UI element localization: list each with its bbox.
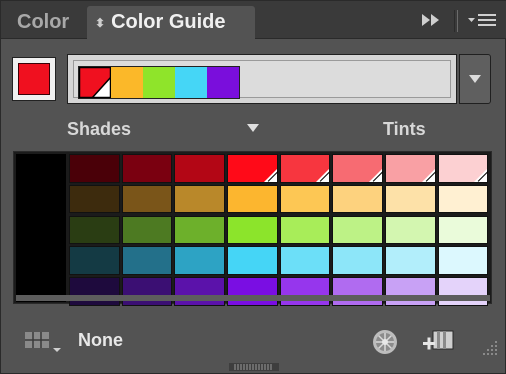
variation-swatch[interactable] [279, 277, 331, 306]
harmony-group-well [73, 60, 451, 99]
harmony-rules-dropdown[interactable] [459, 54, 491, 104]
variation-swatch[interactable] [227, 154, 278, 183]
variation-swatch[interactable] [279, 154, 331, 183]
variation-left-label: Shades [67, 119, 132, 139]
harmony-group-bar[interactable] [67, 54, 457, 104]
variation-swatch[interactable] [227, 246, 278, 275]
tab-reorder-icon: ⬍ [95, 15, 106, 30]
variation-swatch[interactable] [174, 184, 225, 214]
variation-swatch[interactable] [437, 246, 489, 275]
variation-swatch[interactable] [332, 277, 383, 306]
panel-footer: None [1, 319, 506, 363]
base-color-swatch[interactable] [12, 57, 56, 101]
out-of-gamut-corner-icon [421, 168, 435, 182]
variation-swatch[interactable] [385, 246, 436, 275]
variation-swatch[interactable] [121, 215, 173, 245]
variation-swatch[interactable] [69, 215, 120, 245]
save-swatch-group-icon[interactable] [421, 328, 455, 354]
tab-color[interactable]: Color [3, 6, 85, 39]
out-of-gamut-corner-icon [474, 168, 488, 182]
variation-swatch[interactable] [332, 184, 383, 214]
grid-bottom-strip [16, 295, 490, 301]
chevron-down-icon [469, 75, 481, 83]
variation-cells [69, 154, 490, 306]
variation-right-label: Tints [383, 119, 426, 139]
variation-swatch[interactable] [69, 246, 120, 275]
harmony-swatch[interactable] [111, 67, 143, 98]
tab-color-label: Color [17, 11, 70, 33]
swatch-group-label: None [78, 330, 123, 350]
color-wheel-icon[interactable] [371, 328, 399, 356]
variation-swatch[interactable] [385, 215, 436, 245]
variation-swatch[interactable] [174, 154, 225, 183]
fast-forward-icon[interactable] [419, 11, 443, 29]
variation-swatch[interactable] [121, 154, 173, 183]
base-color-marker-icon [78, 66, 112, 99]
harmony-swatch[interactable] [175, 67, 207, 98]
variation-swatch[interactable] [332, 246, 383, 275]
variation-swatch[interactable] [279, 246, 331, 275]
variation-swatch[interactable] [385, 154, 436, 183]
tab-color-guide-label: Color Guide [111, 11, 226, 33]
variation-swatch[interactable] [437, 154, 489, 183]
variation-swatch[interactable] [227, 215, 278, 245]
out-of-gamut-corner-icon [263, 168, 277, 182]
panel-menu-icon[interactable] [466, 11, 500, 31]
harmony-swatch[interactable] [143, 67, 175, 98]
tab-color-guide[interactable]: ⬍ Color Guide [87, 6, 255, 39]
variation-grid-icon[interactable] [23, 330, 63, 354]
variation-options-dropdown-icon[interactable] [246, 123, 260, 133]
variation-swatch[interactable] [385, 277, 436, 306]
variation-swatch[interactable] [69, 154, 120, 183]
variation-swatch[interactable] [332, 154, 383, 183]
variation-swatch[interactable] [437, 215, 489, 245]
base-color-fill [18, 63, 50, 95]
variation-swatch[interactable] [437, 184, 489, 214]
variation-swatch[interactable] [174, 277, 225, 306]
color-variation-grid [13, 151, 492, 306]
out-of-gamut-corner-icon [316, 168, 330, 182]
color-guide-panel: Color ⬍ Color Guide Shades Tints None [0, 0, 506, 374]
harmony-swatch[interactable] [78, 66, 112, 99]
variation-swatch[interactable] [121, 184, 173, 214]
variation-swatch[interactable] [227, 184, 278, 214]
harmony-swatch[interactable] [207, 67, 239, 98]
base-color-column [16, 154, 66, 302]
variation-swatch[interactable] [121, 277, 173, 306]
variation-swatch[interactable] [174, 246, 225, 275]
variation-swatch[interactable] [174, 215, 225, 245]
panel-resize-handle-icon[interactable] [229, 363, 279, 371]
variation-swatch[interactable] [69, 277, 120, 306]
out-of-gamut-corner-icon [368, 168, 382, 182]
variation-swatch[interactable] [279, 215, 331, 245]
variation-swatch[interactable] [332, 215, 383, 245]
panel-tab-bar: Color ⬍ Color Guide [1, 1, 506, 39]
resize-grip-icon[interactable] [481, 339, 499, 357]
variation-swatch[interactable] [385, 184, 436, 214]
tab-bar-divider [454, 10, 458, 32]
variation-swatch[interactable] [279, 184, 331, 214]
variation-swatch[interactable] [121, 246, 173, 275]
harmony-swatches [78, 66, 240, 99]
variation-swatch[interactable] [227, 277, 278, 306]
variation-swatch[interactable] [69, 184, 120, 214]
variation-swatch[interactable] [437, 277, 489, 306]
